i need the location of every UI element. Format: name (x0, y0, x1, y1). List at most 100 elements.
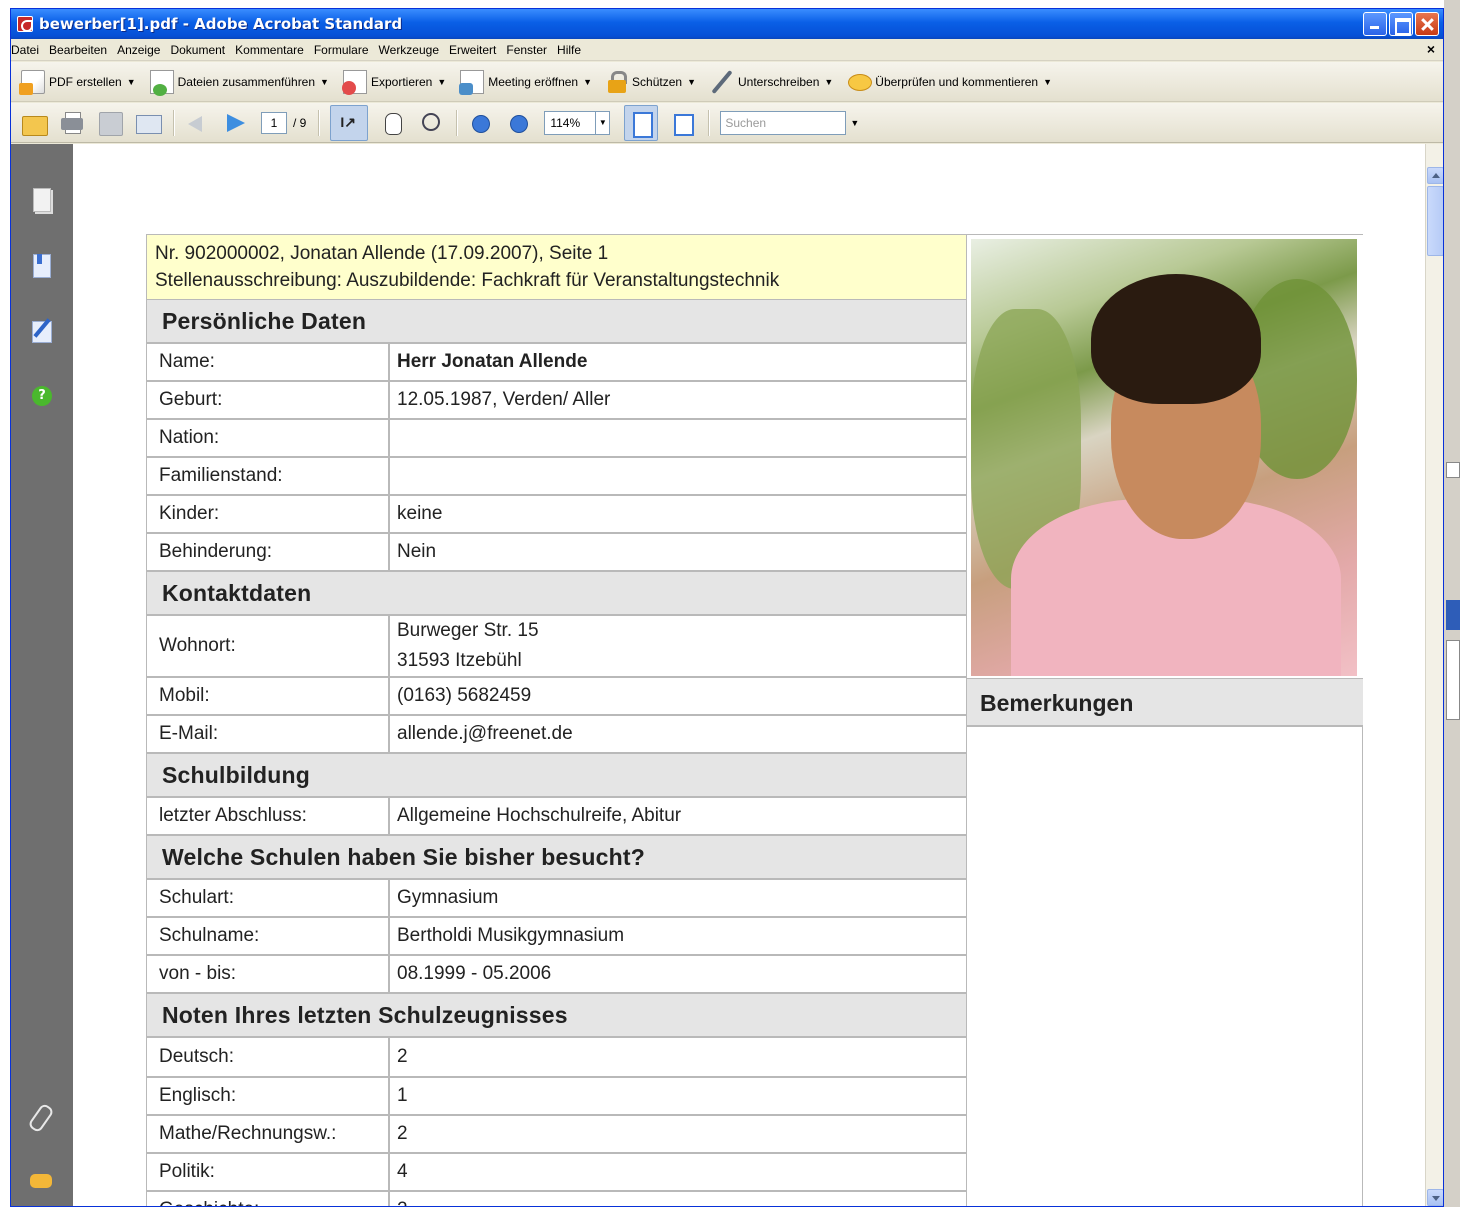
dropdown-arrow-icon: ▼ (1043, 76, 1052, 87)
table-row: Politik: 4 (147, 1154, 966, 1192)
email-icon[interactable] (135, 110, 162, 136)
protect-label: Schützen (632, 74, 683, 89)
create-pdf-button[interactable]: PDF erstellen ▼ (19, 69, 136, 95)
menu-hilfe[interactable]: Hilfe (552, 43, 586, 57)
row-value: Burweger Str. 15 31593 Itzebühl (390, 616, 966, 676)
zoom-in-icon[interactable] (506, 110, 532, 136)
open-folder-icon[interactable] (21, 110, 48, 136)
search-input[interactable]: Suchen (720, 110, 847, 135)
photo-column: Bemerkungen (966, 234, 1363, 1206)
zoom-tool-icon[interactable] (418, 110, 444, 136)
previous-page-icon[interactable] (185, 110, 211, 136)
table-row: Nation: (147, 420, 966, 458)
attachments-icon[interactable] (30, 1104, 52, 1128)
maximize-button[interactable] (1389, 12, 1413, 36)
table-row: Deutsch: 2 (147, 1038, 966, 1078)
row-value: Bertholdi Musikgymnasium (397, 925, 625, 946)
sign-button[interactable]: Unterschreiben ▼ (710, 70, 833, 94)
document-area[interactable]: Nr. 902000002, Jonatan Allende (17.09.20… (73, 144, 1425, 1206)
menu-anzeige[interactable]: Anzeige (112, 43, 165, 57)
review-comment-button[interactable]: Überprüfen und kommentieren ▼ (847, 70, 1052, 94)
scroll-down-icon[interactable] (1427, 1189, 1443, 1206)
create-pdf-icon (19, 69, 45, 95)
select-tool-icon[interactable] (330, 104, 369, 141)
dropdown-arrow-icon: ▼ (583, 76, 593, 87)
background-window-edge (1444, 0, 1460, 1207)
review-label: Überprüfen und kommentieren (875, 74, 1039, 89)
table-row: von - bis: 08.1999 - 05.2006 (147, 956, 966, 994)
print-icon[interactable] (59, 110, 85, 136)
dropdown-arrow-icon: ▼ (687, 76, 696, 87)
merge-files-button[interactable]: Dateien zusammenführen ▼ (149, 69, 329, 96)
close-document-button[interactable]: × (1427, 41, 1435, 57)
table-row: Englisch: 1 (147, 1078, 966, 1116)
sign-label: Unterschreiben (738, 74, 820, 89)
scroll-thumb[interactable] (1427, 186, 1443, 256)
table-row: letzter Abschluss: Allgemeine Hochschulre… (147, 798, 966, 836)
row-label: Politik: (147, 1154, 390, 1190)
row-value: (0163) 5682459 (397, 685, 532, 706)
row-label: von - bis: (147, 956, 390, 992)
close-window-button[interactable] (1415, 12, 1439, 36)
menu-werkzeuge[interactable]: Werkzeuge (374, 43, 444, 57)
table-row: Behinderung: Nein (147, 534, 966, 572)
comment-bubble-icon (847, 70, 873, 94)
header-line-1: Nr. 902000002, Jonatan Allende (17.09.20… (155, 243, 609, 264)
toolbar-separator (456, 109, 459, 136)
comments-icon[interactable] (30, 1169, 52, 1193)
row-value (390, 420, 966, 456)
menu-dokument[interactable]: Dokument (165, 43, 230, 57)
row-value: 12.05.1987, Verden/ Aller (397, 389, 611, 410)
row-label: Kinder: (147, 496, 390, 532)
toolbar-separator (173, 109, 175, 136)
address-line-1: Burweger Str. 15 (397, 620, 539, 641)
hand-tool-icon[interactable] (380, 110, 406, 136)
tasks-toolbar: PDF erstellen ▼ Dateien zusammenführen ▼ E… (11, 62, 1443, 102)
bookmarks-icon[interactable] (30, 254, 52, 278)
row-value: 1 (397, 1085, 408, 1106)
merge-files-icon (149, 69, 174, 96)
toolbar-separator (318, 109, 321, 136)
title-bar[interactable]: bewerber[1].pdf - Adobe Acrobat Standard (11, 9, 1443, 39)
email-link[interactable]: allende.j@freenet.de (390, 716, 966, 752)
menu-kommentare[interactable]: Kommentare (230, 43, 309, 57)
row-label: letzter Abschluss: (147, 798, 390, 834)
section-grades: Noten Ihres letzten Schulzeugnisses (147, 994, 966, 1038)
next-page-icon[interactable] (223, 110, 249, 136)
row-label: Geschichte: (147, 1192, 390, 1206)
search-dropdown-icon[interactable]: ▼ (850, 118, 859, 128)
row-value: Allgemeine Hochschulreife, Abitur (397, 805, 682, 826)
signatures-icon[interactable] (30, 319, 52, 343)
page-number-input[interactable]: 1 (261, 111, 287, 134)
window-title: bewerber[1].pdf - Adobe Acrobat Standard (39, 15, 403, 33)
section-school: Schulbildung (147, 754, 966, 798)
dropdown-arrow-icon: ▼ (437, 76, 447, 87)
menu-datei[interactable]: Datei (11, 43, 44, 57)
fit-width-icon[interactable] (624, 104, 659, 141)
meeting-button[interactable]: Meeting eröffnen ▼ (459, 69, 593, 95)
menu-formulare[interactable]: Formulare (309, 43, 374, 57)
menu-fenster[interactable]: Fenster (501, 43, 552, 57)
create-pdf-label: PDF erstellen (49, 74, 122, 89)
fit-page-icon[interactable] (670, 110, 696, 136)
zoom-out-icon[interactable] (468, 110, 494, 136)
table-row: Geschichte:2 (147, 1192, 966, 1206)
help-icon[interactable] (30, 384, 52, 408)
row-value (390, 458, 966, 494)
vertical-scrollbar[interactable] (1425, 144, 1443, 1206)
applicant-photo-frame (967, 234, 1363, 679)
save-icon[interactable] (97, 110, 123, 136)
zoom-level-input[interactable]: 114% (544, 110, 597, 135)
row-value: Gymnasium (397, 887, 499, 908)
pen-icon (710, 70, 734, 94)
minimize-button[interactable] (1363, 12, 1387, 36)
scroll-up-icon[interactable] (1427, 167, 1443, 184)
menu-erweitert[interactable]: Erweitert (444, 43, 501, 57)
protect-button[interactable]: Schützen ▼ (606, 70, 696, 94)
menu-bearbeiten[interactable]: Bearbeiten (44, 43, 112, 57)
zoom-dropdown-icon[interactable]: ▼ (596, 110, 611, 135)
export-button[interactable]: Exportieren ▼ (341, 69, 447, 95)
export-label: Exportieren (370, 74, 433, 89)
pages-icon[interactable] (30, 188, 52, 212)
row-value: 4 (397, 1161, 408, 1182)
